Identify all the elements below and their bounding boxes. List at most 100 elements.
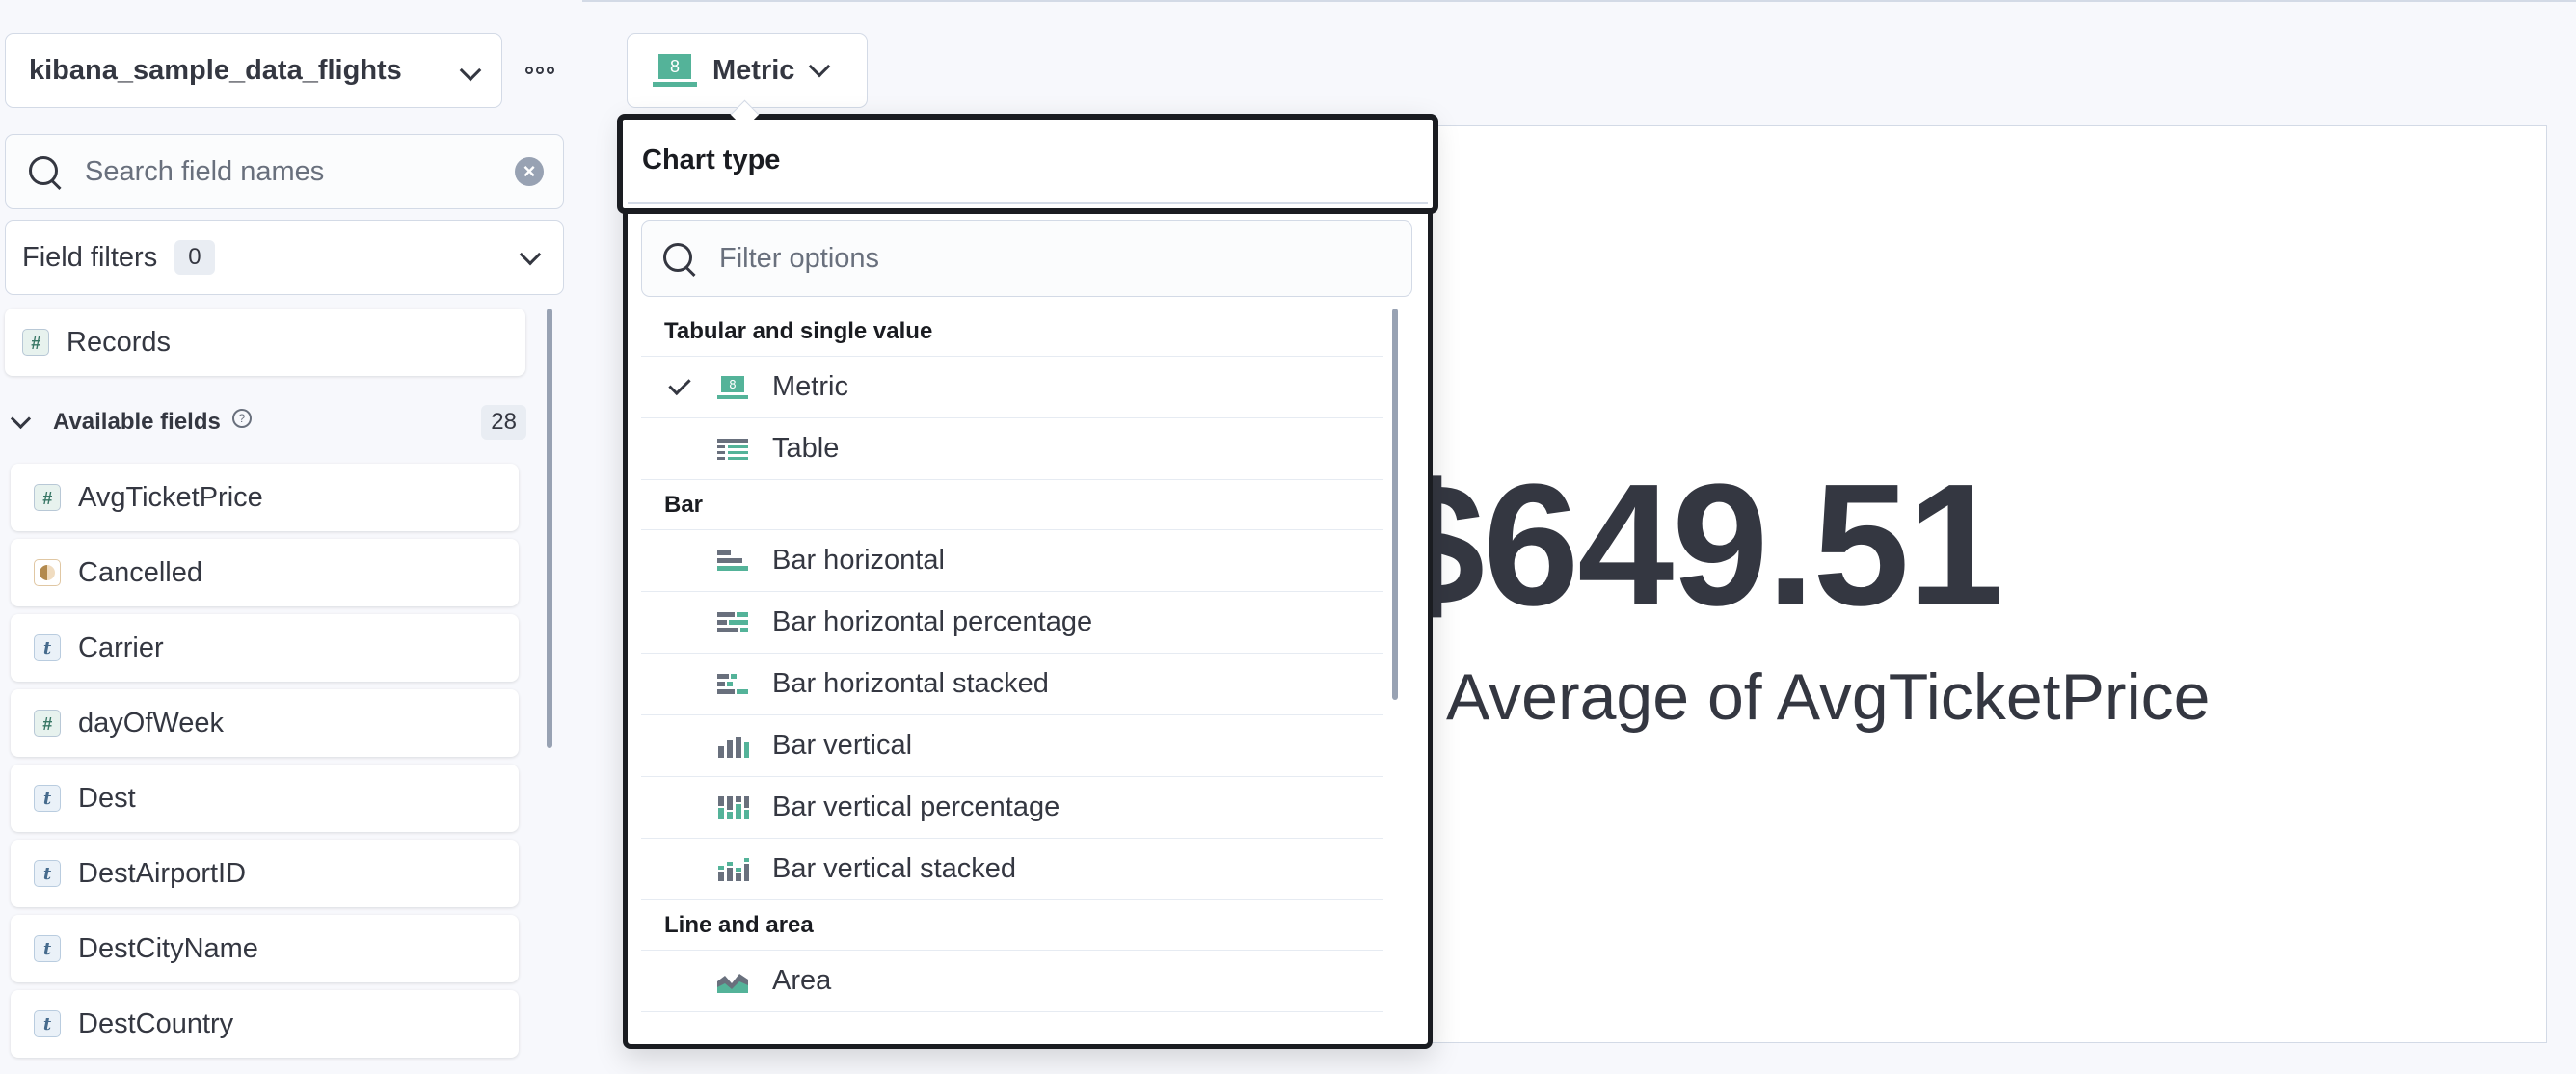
available-fields-label: Available fields — [53, 409, 221, 435]
field-name: DestAirportID — [78, 857, 247, 889]
available-fields-header[interactable]: Available fields ? 28 — [10, 403, 526, 442]
chevron-down-icon — [809, 55, 831, 78]
chart-option-bar-vertical[interactable]: Bar vertical — [641, 715, 1383, 777]
svg-text:8: 8 — [729, 378, 737, 391]
field-item[interactable]: t Carrier — [11, 614, 519, 682]
number-type-icon: # — [22, 329, 49, 356]
field-item[interactable]: t Dest — [11, 765, 519, 832]
more-options-icon[interactable] — [525, 64, 558, 77]
field-name: Carrier — [78, 631, 164, 663]
chart-option-bar-horizontal-percentage[interactable]: Bar horizontal percentage — [641, 592, 1383, 654]
check-icon — [664, 731, 695, 762]
bar-vertical-percentage-icon — [716, 794, 749, 821]
field-name: AvgTicketPrice — [78, 481, 263, 513]
chart-type-switcher[interactable]: 8 Metric — [627, 33, 868, 108]
chart-option-metric[interactable]: 8 Metric — [641, 357, 1383, 418]
bar-vertical-icon — [716, 733, 749, 760]
field-item[interactable]: Cancelled — [11, 539, 519, 606]
field-list: # AvgTicketPrice Cancelled t Carrier # dayOfWe… — [11, 464, 519, 1065]
field-filters-button[interactable]: Field filters 0 — [5, 220, 564, 295]
check-icon — [664, 546, 695, 577]
search-icon — [659, 239, 698, 278]
check-icon — [664, 854, 695, 885]
chart-option-bar-horizontal-stacked[interactable]: Bar horizontal stacked — [641, 654, 1383, 715]
field-name: DestCityName — [78, 932, 258, 964]
chart-option-label: Bar horizontal stacked — [772, 668, 1049, 699]
number-type-icon: # — [34, 710, 61, 737]
chart-option-label: Area — [772, 965, 832, 996]
chart-option-label: Bar vertical percentage — [772, 792, 1060, 822]
field-item[interactable]: # dayOfWeek — [11, 689, 519, 757]
field-search-input[interactable]: Search field names × — [5, 134, 564, 209]
popover-title: Chart type — [642, 145, 781, 175]
chart-filter-input[interactable]: Filter options — [641, 220, 1412, 297]
text-type-icon: t — [34, 935, 61, 962]
data-view-name: kibana_sample_data_flights — [29, 54, 402, 86]
field-sidebar: kibana_sample_data_flights Search field … — [0, 0, 582, 1074]
field-filters-count: 0 — [174, 240, 215, 275]
field-item[interactable]: t DestAirportID — [11, 840, 519, 907]
check-icon — [664, 669, 695, 700]
chevron-down-icon — [519, 243, 542, 266]
chart-option-label: Metric — [772, 371, 848, 402]
metric-icon: 8 — [716, 374, 749, 401]
text-type-icon: t — [34, 1010, 61, 1037]
search-icon — [25, 152, 64, 191]
list-scrollbar[interactable] — [1392, 309, 1398, 700]
text-type-icon: t — [34, 634, 61, 661]
records-label: Records — [67, 326, 171, 358]
clear-icon[interactable]: × — [515, 157, 544, 186]
check-icon — [664, 966, 695, 997]
chevron-down-icon — [10, 408, 32, 429]
help-icon[interactable]: ? — [231, 409, 252, 428]
chart-option-label: Bar horizontal percentage — [772, 606, 1093, 637]
text-type-icon: t — [34, 785, 61, 812]
field-filters-label: Field filters — [22, 241, 158, 273]
chart-option-label: Table — [772, 433, 840, 464]
field-name: DestCountry — [78, 1007, 234, 1039]
chart-option-label: Bar vertical — [772, 730, 913, 761]
chart-group-title: Bar — [641, 480, 1383, 530]
text-type-icon: t — [34, 860, 61, 887]
check-icon — [664, 792, 695, 823]
boolean-type-icon — [34, 559, 61, 586]
chart-group-title: Line and area — [641, 900, 1383, 951]
field-item[interactable]: t DestCityName — [11, 915, 519, 982]
field-item[interactable]: t DestCountry — [11, 990, 519, 1058]
chart-option-label: Bar vertical stacked — [772, 853, 1017, 884]
search-placeholder: Search field names — [85, 155, 325, 187]
number-type-icon: # — [34, 484, 61, 511]
bar-vertical-stacked-icon — [716, 856, 749, 883]
chart-type-list: Tabular and single value 8 Metric Table Bar B… — [641, 307, 1383, 1012]
field-item[interactable]: # AvgTicketPrice — [11, 464, 519, 531]
chart-option-bar-vertical-stacked[interactable]: Bar vertical stacked — [641, 839, 1383, 900]
bar-horizontal-stacked-icon — [716, 671, 749, 698]
check-icon — [664, 434, 695, 465]
field-name: dayOfWeek — [78, 707, 224, 738]
check-icon — [664, 607, 695, 638]
records-field[interactable]: # Records — [5, 309, 525, 376]
chevron-down-icon — [459, 59, 482, 82]
field-name: Cancelled — [78, 556, 202, 588]
metric-label: Average of AvgTicketPrice — [1446, 660, 2211, 734]
table-icon — [716, 436, 749, 463]
chart-group-title: Tabular and single value — [641, 307, 1383, 357]
chart-option-table[interactable]: Table — [641, 418, 1383, 480]
bar-horizontal-icon — [716, 548, 749, 575]
sidebar-scrollbar[interactable] — [547, 309, 552, 748]
metric-value: $649.51 — [1388, 448, 2004, 642]
chart-option-label: Bar horizontal — [772, 545, 945, 576]
chart-option-area[interactable]: Area — [641, 951, 1383, 1012]
area-icon — [716, 968, 749, 995]
metric-icon: 8 — [653, 54, 697, 87]
available-fields-count: 28 — [481, 405, 526, 440]
chart-option-bar-horizontal[interactable]: Bar horizontal — [641, 530, 1383, 592]
chart-option-bar-vertical-percentage[interactable]: Bar vertical percentage — [641, 777, 1383, 839]
data-view-picker[interactable]: kibana_sample_data_flights — [5, 33, 502, 108]
field-name: Dest — [78, 782, 136, 814]
bar-horizontal-percentage-icon — [716, 609, 749, 636]
filter-placeholder: Filter options — [719, 242, 880, 274]
check-icon — [664, 372, 695, 403]
popover-title-divider — [628, 202, 1428, 204]
chart-type-label: Metric — [712, 54, 795, 86]
